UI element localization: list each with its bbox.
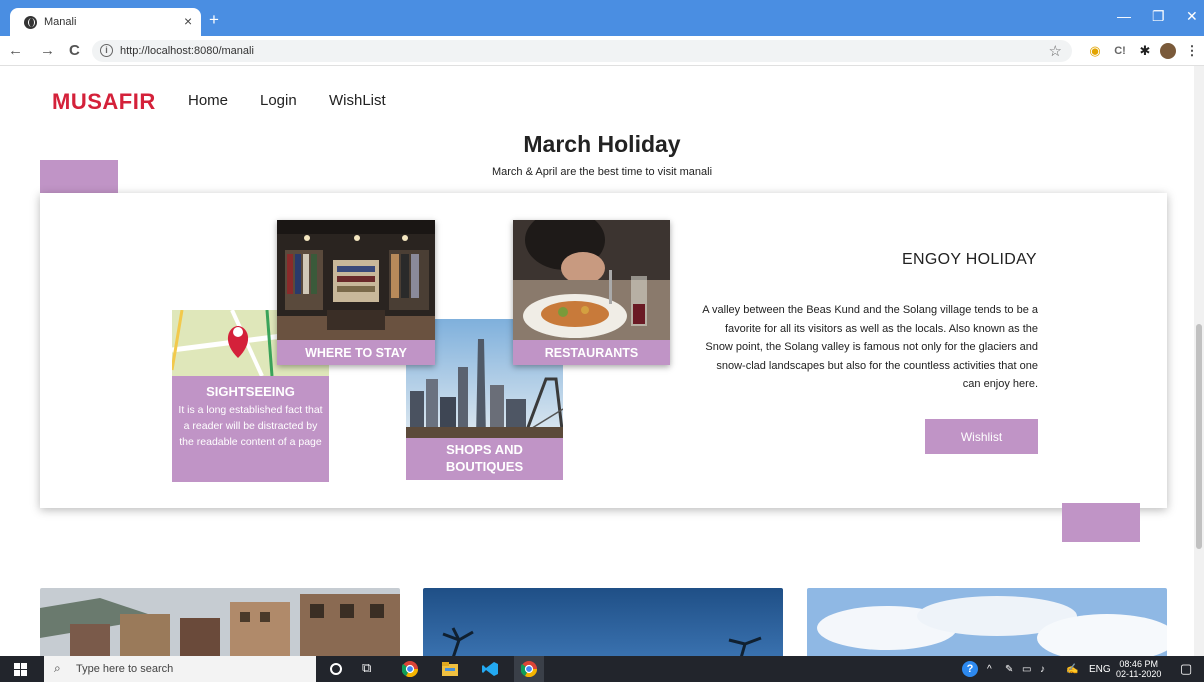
chevron-up-icon[interactable]: ^ (987, 664, 992, 675)
cortana-icon[interactable] (330, 663, 342, 675)
battery-icon[interactable]: ▭ (1022, 664, 1031, 675)
extension-icon[interactable]: C! (1112, 43, 1128, 59)
shops-caption: SHOPS AND BOUTIQUES (406, 438, 563, 480)
notification-icon[interactable]: ▢ (1180, 661, 1192, 677)
sightseeing-title: SIGHTSEEING (206, 384, 295, 399)
where-to-stay-caption: WHERE TO STAY (277, 340, 435, 365)
task-view-icon[interactable]: ⧉ (362, 660, 378, 676)
close-window-button[interactable]: ✕ (1186, 8, 1198, 25)
restore-button[interactable]: ❐ (1152, 8, 1165, 25)
taskbar-search-placeholder: Type here to search (76, 663, 174, 675)
sightseeing-text: It is a long established fact that a rea… (178, 404, 323, 448)
chrome-icon[interactable] (401, 661, 419, 678)
nav-wishlist[interactable]: WishList (329, 92, 386, 109)
nav-login[interactable]: Login (260, 92, 297, 109)
town-photo-thumbnail[interactable] (40, 588, 400, 658)
browser-toolbar: ← → C i http://localhost:8080/manali ☆ (0, 36, 1204, 66)
palm-photo-thumbnail[interactable] (423, 588, 783, 658)
url-text[interactable]: http://localhost:8080/manali (120, 45, 254, 57)
nav-home[interactable]: Home (188, 92, 228, 109)
info-icon[interactable]: i (100, 44, 113, 57)
tab-title: Manali (44, 16, 77, 28)
pen-icon[interactable]: ✎ (1005, 664, 1013, 675)
page-title: March Holiday (523, 131, 681, 157)
language-indicator[interactable]: ENG (1089, 664, 1111, 675)
vscode-icon[interactable] (482, 661, 498, 677)
palm-sky-image (423, 588, 783, 658)
restaurants-caption: RESTAURANTS (513, 340, 670, 365)
puzzle-icon[interactable]: ✱ (1137, 43, 1153, 59)
card-heading: ENGOY HOLIDAY (902, 251, 1037, 268)
dining-image (513, 220, 670, 340)
brand-logo[interactable]: MUSAFIR (52, 89, 156, 115)
new-tab-button[interactable]: + (209, 10, 219, 30)
browser-tab[interactable]: Manali × (10, 8, 201, 36)
windows-start-icon[interactable] (14, 663, 27, 676)
wishlist-button[interactable]: Wishlist (925, 419, 1038, 454)
menu-icon[interactable]: ⋮ (1184, 43, 1200, 59)
clock-date: 02-11-2020 (1116, 669, 1162, 679)
card-description: A valley between the Beas Kund and the S… (702, 304, 1038, 390)
back-button[interactable]: ← (8, 42, 23, 59)
system-clock[interactable]: 08:46 PM 02-11-2020 (1116, 659, 1161, 679)
restaurants-tile[interactable]: RESTAURANTS (513, 220, 670, 365)
volume-icon[interactable]: ♪ (1040, 664, 1045, 675)
sightseeing-caption: SIGHTSEEING It is a long established fac… (172, 376, 329, 482)
reload-button[interactable]: C (69, 42, 80, 59)
search-icon: ⌕ (54, 661, 61, 675)
avatar[interactable] (1160, 43, 1176, 59)
page-scrollbar[interactable] (1194, 66, 1204, 656)
cloud-photo-thumbnail[interactable] (807, 588, 1167, 658)
page-subtitle: March & April are the best time to visit… (491, 166, 713, 178)
file-explorer-icon[interactable] (442, 661, 458, 677)
taskbar-search-box[interactable]: ⌕ Type here to search (44, 656, 316, 682)
where-to-stay-tile[interactable]: WHERE TO STAY (277, 220, 435, 365)
globe-icon (24, 16, 37, 29)
town-street-image (40, 588, 400, 658)
browser-tab-strip: Manali × + — ❐ ✕ (0, 0, 1204, 36)
ink-icon[interactable]: ✍ (1066, 664, 1078, 675)
forward-button[interactable]: → (40, 42, 55, 59)
extension-icon[interactable]: ◉ (1087, 43, 1103, 59)
scrollbar-thumb[interactable] (1196, 324, 1202, 549)
shop-interior-image (277, 220, 435, 340)
clock-time: 08:46 PM (1119, 659, 1158, 669)
decorative-block (1062, 503, 1140, 542)
close-tab-icon[interactable]: × (184, 13, 192, 29)
minimize-button[interactable]: — (1117, 8, 1131, 24)
bookmark-star-icon[interactable]: ☆ (1049, 42, 1062, 60)
windows-taskbar: ⌕ Type here to search ⧉ ? ^ ✎ ▭ ♪ ✍ ENG … (0, 656, 1204, 682)
cloud-sky-image (807, 588, 1167, 658)
help-icon[interactable]: ? (962, 661, 978, 677)
chrome-active-icon[interactable] (514, 656, 544, 682)
address-bar[interactable]: i http://localhost:8080/manali ☆ (92, 40, 1072, 62)
